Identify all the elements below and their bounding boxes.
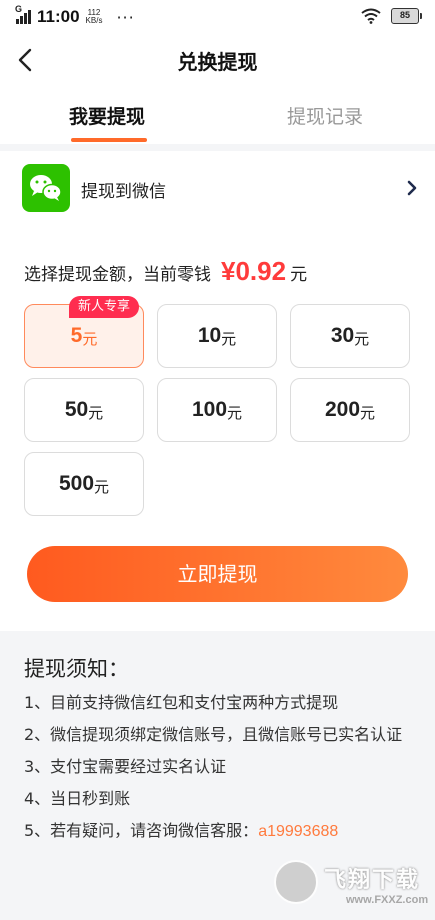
option-unit: 元 xyxy=(360,403,376,422)
watermark-url: www.FXXZ.com xyxy=(346,894,429,906)
option-unit: 元 xyxy=(88,403,104,422)
amount-label: 选择提现金额，当前零钱 xyxy=(24,265,211,285)
nav-bar: 兑换提现 xyxy=(0,34,435,86)
option-value: 100 xyxy=(191,398,228,421)
speed-unit: KB/s xyxy=(85,16,103,25)
wechat-icon xyxy=(22,164,70,212)
signal-type-label: G xyxy=(15,4,23,14)
customer-service-id[interactable]: a19993688 xyxy=(258,823,338,840)
new-user-badge: 新人专享 xyxy=(69,296,140,318)
watermark-logo-icon xyxy=(274,860,318,904)
network-speed: 112 KB/s xyxy=(86,9,103,25)
option-unit: 元 xyxy=(354,329,370,348)
option-unit: 元 xyxy=(94,477,110,496)
status-right: 85 xyxy=(361,8,422,24)
status-bar: G 11:00 112 KB/s ··· 85 xyxy=(0,0,435,34)
amount-header: 选择提现金额，当前零钱 ¥0.92 元 xyxy=(24,256,307,287)
option-value: 500 xyxy=(58,472,95,495)
amount-option-10[interactable]: 10 元 xyxy=(157,304,277,368)
balance-unit: 元 xyxy=(290,265,308,285)
amount-option-200[interactable]: 200 元 xyxy=(290,378,410,442)
more-dots: ··· xyxy=(116,7,135,27)
withdraw-method-label: 提现到微信 xyxy=(81,182,166,202)
notice-item-5-text: 5、若有疑问，请咨询微信客服： xyxy=(24,821,259,840)
notice-item-1: 1、目前支持微信红包和支付宝两种方式提现 xyxy=(24,693,339,712)
status-left: G 11:00 112 KB/s ··· xyxy=(15,4,135,27)
option-value: 50 xyxy=(64,398,89,421)
option-value: 5 xyxy=(70,324,83,347)
notice-item-4: 4、当日秒到账 xyxy=(24,789,131,808)
tab-records[interactable]: 提现记录 xyxy=(287,102,363,129)
withdraw-now-button[interactable]: 立即提现 xyxy=(27,546,408,602)
amount-option-30[interactable]: 30 元 xyxy=(290,304,410,368)
notice-item-3: 3、支付宝需要经过实名认证 xyxy=(24,757,227,776)
withdraw-method-row[interactable]: 提现到微信 xyxy=(0,151,435,225)
signal-icon: G xyxy=(15,4,31,24)
amount-option-500[interactable]: 500 元 xyxy=(24,452,144,516)
battery-icon: 85 xyxy=(391,8,422,24)
wifi-icon xyxy=(361,8,381,24)
tab-withdraw[interactable]: 我要提现 xyxy=(69,102,145,129)
chevron-right-icon xyxy=(407,180,417,196)
amount-option-5[interactable]: 新人专享 5元 xyxy=(24,296,144,368)
option-value: 30 xyxy=(330,324,355,347)
amount-option-50[interactable]: 50 元 xyxy=(24,378,144,442)
option-value: 200 xyxy=(324,398,361,421)
page-title: 兑换提现 xyxy=(177,50,258,74)
watermark-text: 飞翔下载 xyxy=(324,868,421,893)
option-unit: 元 xyxy=(82,329,98,348)
tab-active-indicator xyxy=(71,138,147,142)
option-unit: 元 xyxy=(227,403,243,422)
option-unit: 元 xyxy=(221,329,237,348)
notice-item-5: 5、若有疑问，请咨询微信客服：a19993688 xyxy=(24,817,338,841)
clock: 11:00 xyxy=(37,7,80,26)
site-watermark: 飞翔下载 www.FXXZ.com xyxy=(270,858,430,914)
notice-title: 提现须知： xyxy=(24,657,129,681)
balance-value: ¥0.92 xyxy=(221,256,287,286)
option-value: 10 xyxy=(197,324,222,347)
tab-bar: 我要提现 提现记录 xyxy=(0,86,435,144)
amount-option-100[interactable]: 100 元 xyxy=(157,378,277,442)
withdraw-card: 提现到微信 选择提现金额，当前零钱 ¥0.92 元 新人专享 5元 10 元 30… xyxy=(0,151,435,631)
notice-item-2: 2、微信提现须绑定微信账号，且微信账号已实名认证 xyxy=(24,725,403,744)
